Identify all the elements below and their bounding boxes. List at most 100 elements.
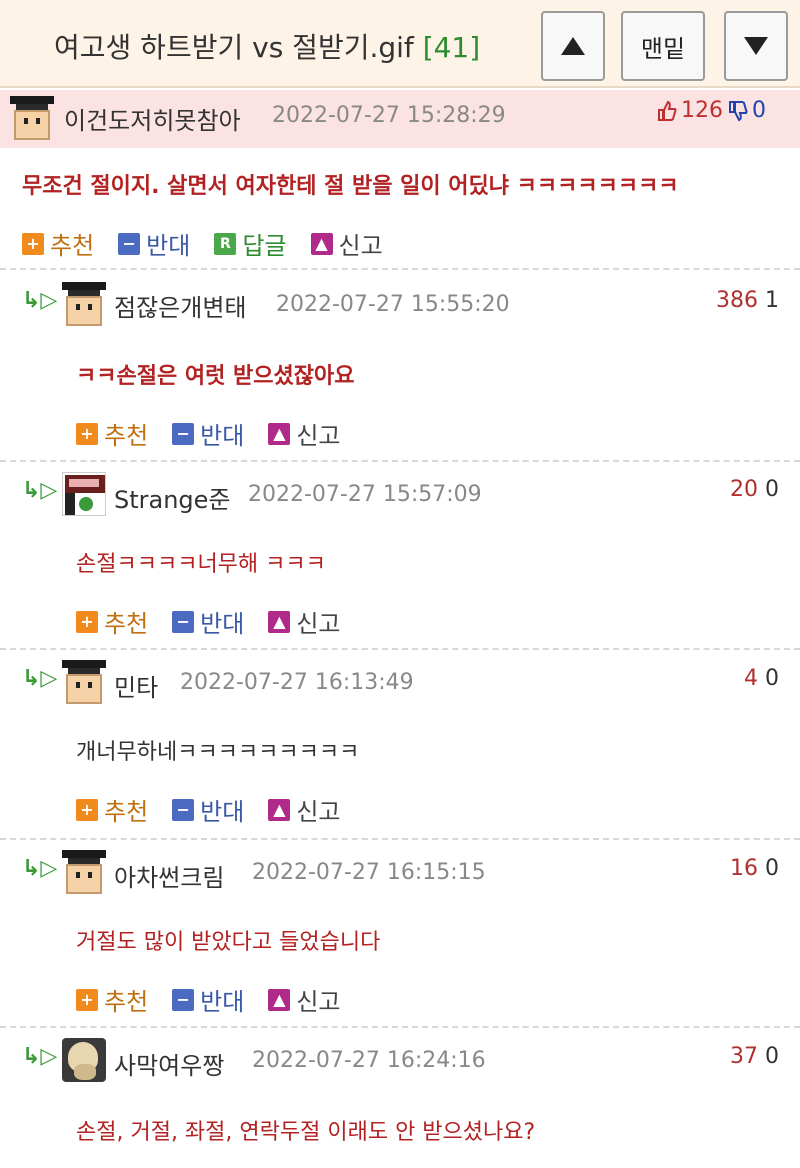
arrow-down-icon [744, 37, 768, 55]
recommend-button[interactable]: + 추천 [76, 604, 148, 639]
avatar[interactable] [62, 472, 106, 516]
comment-body: 손절ㅋㅋㅋㅋ너무해 ㅋㅋㅋ [76, 552, 326, 577]
plus-icon: + [76, 798, 98, 821]
upvote-count: 386 [716, 288, 758, 313]
oppose-label: 반대 [200, 988, 245, 1016]
upvote-count: 16 [730, 856, 758, 881]
recommend-label: 추천 [50, 232, 95, 260]
comment-body: ㅋㅋ손절은 여럿 받으셨잖아요 [76, 364, 355, 389]
comment-body: 거절도 많이 받았다고 들었습니다 [76, 930, 381, 955]
report-label: 신고 [338, 232, 383, 260]
oppose-button[interactable]: − 반대 [118, 226, 190, 261]
comment-actions: + 추천 − 반대 ▲ 신고 [76, 792, 365, 827]
downvote-count: 0 [765, 1044, 779, 1069]
siren-icon: ▲ [310, 232, 333, 255]
downvote-count: 0 [765, 666, 779, 691]
avatar[interactable] [62, 660, 106, 704]
scroll-bottom-button[interactable]: 맨밑 [621, 11, 705, 81]
report-button[interactable]: ▲ 신고 [268, 604, 341, 639]
best-votes: 126 0 [656, 98, 766, 123]
comment-actions: + 추천 − 반대 ▲ 신고 [76, 604, 365, 639]
scroll-up-button[interactable] [541, 11, 605, 81]
report-button[interactable]: ▲ 신고 [268, 416, 341, 451]
comment-votes: 386 1 [716, 288, 779, 313]
upvote-count: 20 [730, 477, 758, 502]
oppose-button[interactable]: − 반대 [172, 792, 244, 827]
siren-icon: ▲ [268, 798, 291, 821]
reply-button[interactable]: R 답글 [214, 226, 287, 261]
comment-nick[interactable]: 아차썬크림 [114, 858, 224, 893]
recommend-button[interactable]: + 추천 [22, 226, 94, 261]
divider [0, 268, 800, 270]
upvote-count: 4 [744, 666, 758, 691]
oppose-label: 반대 [200, 798, 245, 826]
plus-icon: + [76, 988, 98, 1011]
upvote-count: 126 [681, 98, 723, 123]
comment-actions: + 추천 − 반대 ▲ 신고 [76, 982, 365, 1017]
comment-body: 손절, 거절, 좌절, 연락두절 이래도 안 받으셨나요? [76, 1120, 536, 1145]
comment-nick[interactable]: 사막여우짱 [114, 1046, 224, 1081]
comment-time: 2022-07-27 15:28:29 [272, 103, 506, 128]
reply-arrow-icon: ↳▷ [22, 666, 58, 691]
plus-icon: + [22, 232, 44, 255]
reply-arrow-icon: ↳▷ [22, 478, 58, 503]
report-button[interactable]: ▲ 신고 [268, 982, 341, 1017]
siren-icon: ▲ [268, 422, 291, 445]
thumbs-up-icon[interactable] [656, 100, 678, 122]
oppose-button[interactable]: − 반대 [172, 416, 244, 451]
comment-nick[interactable]: 점잖은개변태 [114, 288, 246, 323]
recommend-button[interactable]: + 추천 [76, 982, 148, 1017]
report-label: 신고 [296, 422, 341, 450]
siren-icon: ▲ [268, 988, 291, 1011]
recommend-button[interactable]: + 추천 [76, 416, 148, 451]
recommend-label: 추천 [104, 610, 149, 638]
comment-votes: 20 0 [730, 477, 779, 502]
comment-body: 개너무하네ㅋㅋㅋㅋㅋㅋㅋㅋㅋ [76, 740, 360, 765]
comment-nick[interactable]: 민타 [114, 668, 158, 703]
report-label: 신고 [296, 798, 341, 826]
downvote-count: 0 [765, 477, 779, 502]
minus-icon: − [172, 988, 195, 1011]
comment-votes: 16 0 [730, 856, 779, 881]
recommend-label: 추천 [104, 798, 149, 826]
oppose-button[interactable]: − 반대 [172, 604, 244, 639]
report-button[interactable]: ▲ 신고 [310, 226, 383, 261]
arrow-up-icon [561, 37, 585, 55]
recommend-button[interactable]: + 추천 [76, 792, 148, 827]
divider [0, 460, 800, 462]
reply-icon: R [214, 232, 237, 255]
divider [0, 648, 800, 650]
comment-nick[interactable]: Strange준 [114, 480, 231, 515]
comment-actions: + 추천 − 반대 ▲ 신고 [76, 416, 365, 451]
downvote-count: 1 [765, 288, 779, 313]
minus-icon: − [172, 422, 195, 445]
upvote-count: 37 [730, 1044, 758, 1069]
comment-votes: 4 0 [744, 666, 779, 691]
comment-actions: + 추천 − 반대 R 답글 ▲ 신고 [22, 226, 407, 261]
plus-icon: + [76, 422, 98, 445]
comment-time: 2022-07-27 16:15:15 [252, 860, 486, 885]
report-label: 신고 [296, 610, 341, 638]
avatar[interactable] [62, 282, 106, 326]
plus-icon: + [76, 610, 98, 633]
scroll-down-button[interactable] [724, 11, 788, 81]
oppose-button[interactable]: − 반대 [172, 982, 244, 1017]
avatar[interactable] [10, 96, 54, 140]
comment-time: 2022-07-27 15:55:20 [276, 292, 510, 317]
avatar[interactable] [62, 850, 106, 894]
thumbs-down-icon[interactable] [727, 100, 749, 122]
oppose-label: 반대 [146, 232, 191, 260]
reply-arrow-icon: ↳▷ [22, 856, 58, 881]
reply-label: 답글 [242, 232, 287, 260]
report-button[interactable]: ▲ 신고 [268, 792, 341, 827]
comment-nick[interactable]: 이건도저히못참아 [64, 101, 241, 136]
reply-arrow-icon: ↳▷ [22, 288, 58, 313]
comment-time: 2022-07-27 16:24:16 [252, 1048, 486, 1073]
minus-icon: − [118, 232, 141, 255]
downvote-count: 0 [752, 98, 766, 123]
downvote-count: 0 [765, 856, 779, 881]
comment-count: [41] [422, 31, 481, 64]
recommend-label: 추천 [104, 988, 149, 1016]
avatar[interactable] [62, 1038, 106, 1082]
comment-votes: 37 0 [730, 1044, 779, 1069]
